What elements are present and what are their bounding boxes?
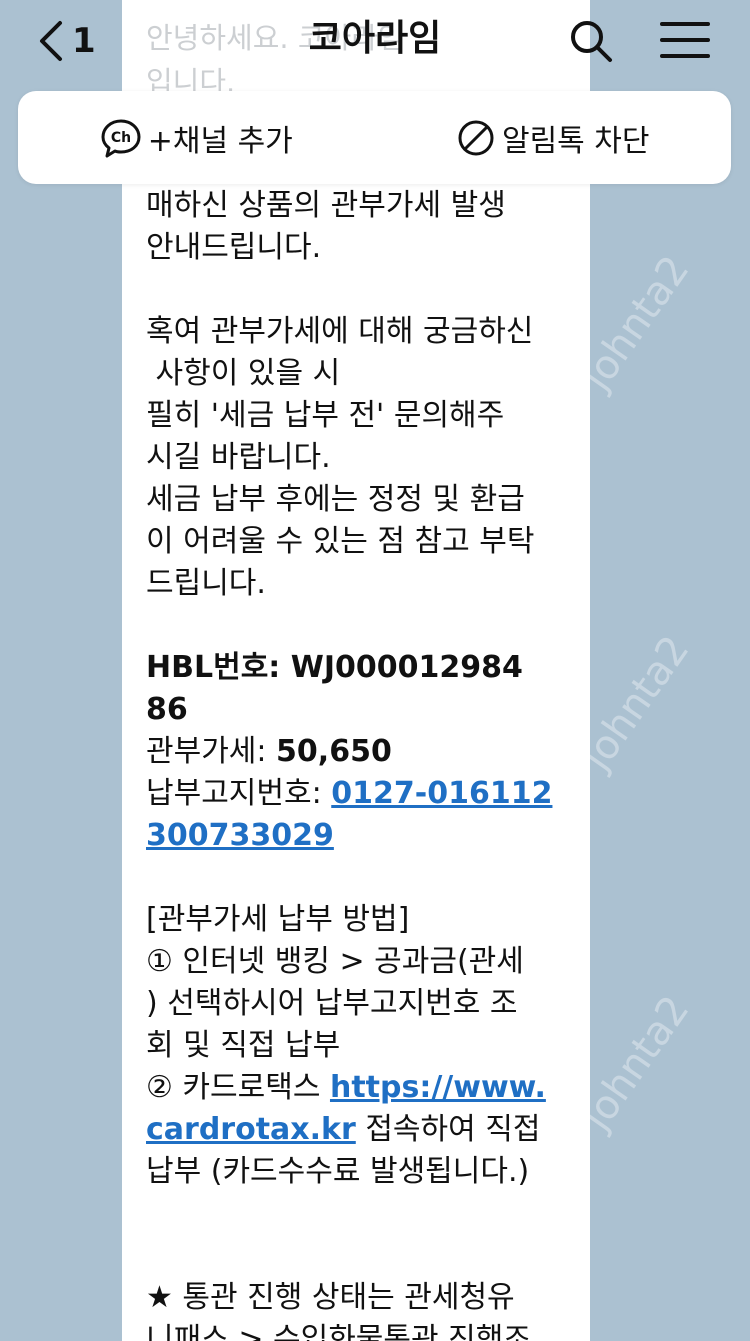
hbl-label: HBL번호:	[146, 650, 291, 685]
message-line: 시길 바랍니다.	[146, 440, 331, 475]
channel-action-card: Ch +채널 추가 알림톡 차단	[18, 91, 731, 184]
message-line: 드립니다.	[146, 566, 266, 601]
notice-number-link[interactable]: 0127-016112	[331, 776, 552, 811]
cardrotax-link[interactable]: cardrotax.kr	[146, 1112, 356, 1147]
hbl-line-1: HBL번호: WJ000012984	[146, 647, 586, 689]
cardrotax-link[interactable]: https://www.	[330, 1070, 546, 1105]
notice-line-1: 납부고지번호: 0127-016112	[146, 773, 586, 815]
method-2-prefix: ② 카드로택스	[146, 1070, 330, 1105]
svg-text:Ch: Ch	[111, 130, 131, 146]
message-line: 혹여 관부가세에 대해 궁금하신	[146, 314, 534, 349]
message-line: 이 어려울 수 있는 점 참고 부탁	[146, 524, 535, 559]
watermark: johnta2	[573, 987, 699, 1139]
tax-line: 관부가세: 50,650	[146, 731, 586, 773]
method-line: ① 인터넷 뱅킹 > 공과금(관세	[146, 944, 524, 979]
block-icon	[458, 120, 494, 155]
tax-value: 50,650	[276, 734, 392, 769]
method-title: [관부가세 납부 방법]	[146, 902, 410, 937]
method-line: 회 및 직접 납부	[146, 1028, 341, 1063]
message-body: 매하신 상품의 관부가세 발생 안내드립니다. 혹여 관부가세에 대해 궁금하신…	[146, 185, 586, 1341]
method-2-suffix: 접속하여 직접	[355, 1112, 541, 1147]
watermark: johnta2	[573, 247, 699, 399]
add-channel-button[interactable]: Ch +채널 추가	[18, 116, 375, 160]
menu-icon	[660, 22, 710, 58]
message-line: 사항이 있을 시	[146, 356, 341, 391]
search-icon	[571, 21, 612, 62]
message-line: 안내드립니다.	[146, 230, 322, 265]
message-line: 매하신 상품의 관부가세 발생	[146, 188, 506, 223]
message-bubble: 안녕하세요. 코아라임 입니다. 매하신 상품의 관부가세 발생 안내드립니다.…	[122, 0, 590, 1341]
message-line: 세금 납부 후에는 정정 및 환급	[146, 482, 525, 517]
method-line: ② 카드로택스 https://www.	[146, 1067, 586, 1109]
status-line: 니패스 > 수입화물통관 진행조	[146, 1322, 531, 1341]
add-channel-label: +채널 추가	[147, 123, 293, 159]
message-spacer	[146, 605, 586, 647]
message-spacer	[146, 1193, 586, 1235]
top-bar: 1 코아라임	[0, 0, 750, 82]
hbl-value: WJ000012984	[290, 650, 523, 685]
method-line: cardrotax.kr 접속하여 직접	[146, 1109, 586, 1151]
message-spacer	[146, 269, 586, 311]
menu-button[interactable]	[660, 20, 710, 64]
watermark: johnta2	[573, 627, 699, 779]
tax-label: 관부가세:	[146, 734, 277, 769]
page-title: 코아라임	[308, 18, 442, 59]
search-button[interactable]	[568, 18, 614, 68]
message-line: 필히 '세금 납부 전' 문의해주	[146, 398, 505, 433]
notice-line-2: 300733029	[146, 815, 586, 857]
block-alerts-button[interactable]: 알림톡 차단	[375, 116, 732, 160]
notice-number-link[interactable]: 300733029	[146, 818, 334, 853]
message-spacer	[146, 857, 586, 899]
status-line: ★ 통관 진행 상태는 관세청유	[146, 1280, 515, 1315]
channel-icon: Ch	[101, 119, 141, 157]
hbl-line-2: 86	[146, 692, 188, 727]
notice-label: 납부고지번호:	[146, 776, 332, 811]
method-line: ) 선택하시어 납부고지번호 조	[146, 986, 518, 1021]
block-alerts-label: 알림톡 차단	[501, 123, 650, 159]
message-spacer	[146, 1235, 586, 1277]
method-line: 납부 (카드수수료 발생됩니다.)	[146, 1154, 530, 1189]
